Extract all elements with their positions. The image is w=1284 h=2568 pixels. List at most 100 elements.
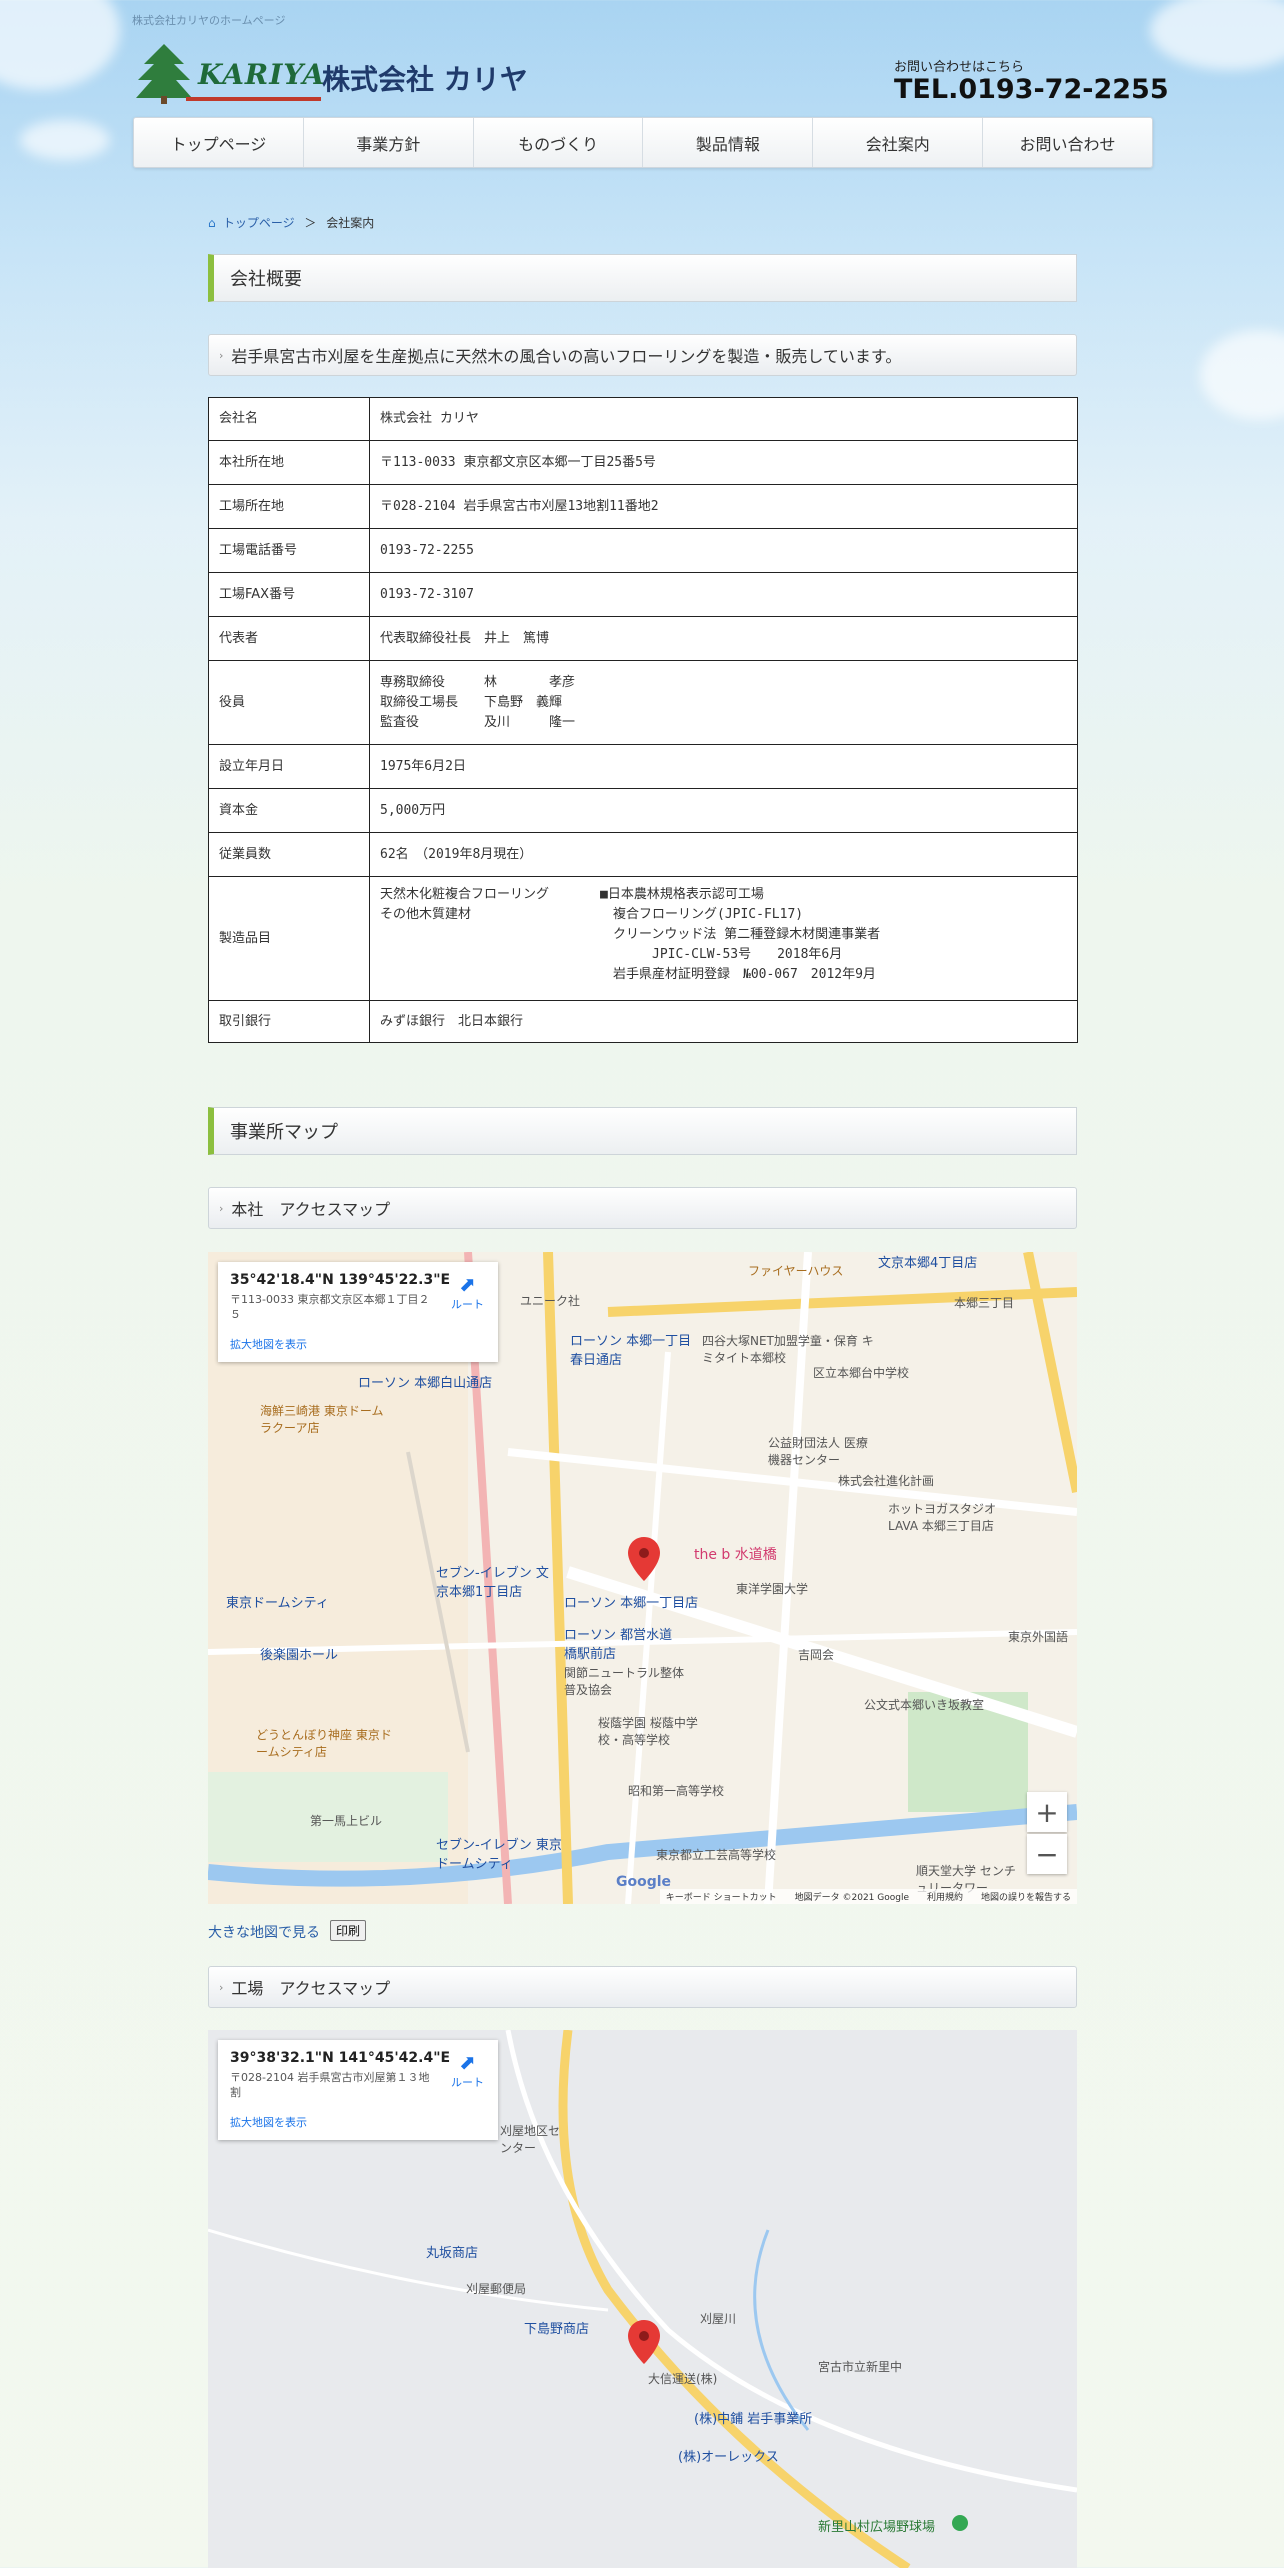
map-label: 東洋学園大学 [736,1582,809,1596]
row-value: 1975年6月2日 [369,744,1078,789]
products-list: 天然木化粧複合フローリング その他木質建材 [380,887,550,922]
table-row: 代表者 代表取締役社長 井上 篤博 [208,616,1078,661]
contact-tel[interactable]: TEL.0193-72-2255 [894,74,1169,105]
row-value: 0193-72-2255 [369,528,1078,573]
map-label: (株)中鋪 岩手事業所 [694,2412,813,2427]
site-top-note: 株式会社カリヤのホームページ [132,14,286,27]
map-label: 吉岡会 [798,1648,835,1662]
row-key: 会社名 [208,397,370,441]
map-attribution[interactable]: キーボード ショートカット 地図データ ©2021 Google 利用規約 地図… [659,1889,1077,1904]
company-heading: 会社概要 [208,254,1077,302]
row-key: 工場電話番号 [208,528,370,573]
map-label: 宮古市立新里中 [818,2360,903,2374]
zoom-out-button[interactable]: − [1027,1834,1067,1874]
map-label: ホットヨガスタジオLAVA 本郷三丁目店 [888,1502,997,1533]
nav-contact[interactable]: お問い合わせ [983,118,1152,167]
site-logo[interactable]: KARIYA 株式会社 カリヤ [132,40,532,108]
row-value: 天然木化粧複合フローリング その他木質建材 ■日本農林規格表示認可工場 複合フロ… [369,876,1078,1001]
map-label: 本郷三丁目 [954,1296,1015,1310]
nav-top[interactable]: トップページ [134,118,304,167]
company-tagline: › 岩手県宮古市刈屋を生産拠点に天然木の風合いの高いフローリングを製造・販売して… [208,334,1077,376]
hq-map-card: 35°42'18.4"N 139°45'22.3"E 〒113-0033 東京都… [218,1262,498,1362]
row-key: 取引銀行 [208,1000,370,1043]
map-label: 文京本郷4丁目店 [878,1256,978,1271]
nav-monozukuri[interactable]: ものづくり [474,118,644,167]
table-row: 本社所在地 〒113-0033 東京都文京区本郷一丁目25番5号 [208,440,1078,485]
row-key: 工場所在地 [208,484,370,529]
row-value: 〒113-0033 東京都文京区本郷一丁目25番5号 [369,440,1078,485]
directions-icon: ⬈ [459,2050,476,2074]
map-label: 東京ドームシティ [226,1596,329,1611]
table-row: 資本金 5,000万円 [208,788,1078,833]
table-row: 製造品目 天然木化粧複合フローリング その他木質建材 ■日本農林規格表示認可工場… [208,876,1078,1001]
map-label: 区立本郷台中学校 [813,1366,910,1380]
table-row: 従業員数 62名 （2019年8月現在） [208,832,1078,877]
factory-route-button[interactable]: ⬈ ルート [451,2050,484,2090]
map-label: セブン-イレブン 東京ドームシティ [436,1838,562,1872]
factory-address: 〒028-2104 岩手県宮古市刈屋第１３地割 [230,2071,430,2099]
directions-icon: ⬈ [459,1272,476,1296]
map-label: 関節ニュートラル整体普及協会 [564,1666,685,1697]
row-value: 5,000万円 [369,788,1078,833]
map-label: ユニーク社 [520,1294,581,1308]
nav-company[interactable]: 会社案内 [813,118,984,167]
home-icon: ⌂ [208,216,216,230]
hq-map[interactable]: 35°42'18.4"N 139°45'22.3"E 〒113-0033 東京都… [208,1252,1077,1904]
factory-coord: 39°38'32.1"N 141°45'42.4"E [230,2050,451,2066]
map-label: どうとんぼり神座 東京ドームシティ店 [256,1728,392,1759]
chevron-right-icon: › [219,348,224,362]
map-label: 丸坂商店 [426,2246,479,2261]
row-key: 役員 [208,660,370,745]
row-value: 株式会社 カリヤ [369,397,1078,441]
hq-route-button[interactable]: ⬈ ルート [451,1272,484,1312]
hq-route-label: ルート [451,1298,484,1311]
row-key: 設立年月日 [208,744,370,789]
sky-cloud [1150,0,1284,70]
factory-map-card: 39°38'32.1"N 141°45'42.4"E 〒028-2104 岩手県… [218,2040,498,2140]
map-label: 桜蔭学園 桜蔭中学校・高等学校 [598,1716,698,1747]
print-button[interactable]: 印刷 [330,1920,367,1941]
hq-enlarge-link[interactable]: 拡大地図を表示 [230,1336,486,1352]
map-label: 刈屋地区センター [500,2124,561,2155]
breadcrumb: ⌂ トップページ ＞ 会社案内 [208,214,374,231]
breadcrumb-home[interactable]: トップページ [223,216,295,230]
map-label: 昭和第一高等学校 [628,1784,725,1798]
map-label: 刈屋郵便局 [466,2282,527,2296]
zoom-in-button[interactable]: + [1027,1792,1067,1832]
factory-enlarge-link[interactable]: 拡大地図を表示 [230,2114,486,2130]
sky-cloud [1200,330,1284,420]
row-key: 従業員数 [208,832,370,877]
chevron-right-icon: › [219,1201,224,1215]
row-key: 工場FAX番号 [208,572,370,617]
chevron-right-icon: › [219,1980,224,1994]
map-label: ローソン 本郷一丁目店 [564,1596,699,1611]
logo-japanese: 株式会社 カリヤ [322,63,528,96]
factory-map[interactable]: 39°38'32.1"N 141°45'42.4"E 〒028-2104 岩手県… [208,2030,1077,2568]
map-label: 東京都立工芸高等学校 [656,1848,777,1862]
map-label: 海鮮三崎港 東京ドームラクーア店 [260,1404,384,1435]
map-label: 大信運送(株) [648,2372,718,2386]
row-value: 〒028-2104 岩手県宮古市刈屋13地割11番地2 [369,484,1078,529]
map-label: 四谷大塚NET加盟学童・保育 キミタイト本郷校 [702,1334,874,1365]
nav-policy[interactable]: 事業方針 [304,118,474,167]
table-row: 取引銀行 みずほ銀行 北日本銀行 [208,1000,1078,1043]
map-label: セブン-イレブン 文京本郷1丁目店 [436,1566,549,1600]
map-label: 株式会社進化計画 [838,1474,935,1488]
row-key: 製造品目 [208,876,370,1001]
row-value: 専務取締役 林 孝彦 取締役工場長 下島野 義輝 監査役 及川 隆一 [369,660,1078,745]
map-label: 刈屋川 [700,2312,737,2326]
breadcrumb-sep: ＞ [304,216,317,230]
map-label: 公文式本郷いき坂教室 [864,1698,985,1712]
table-row: 工場FAX番号 0193-72-3107 [208,572,1078,617]
row-key: 資本金 [208,788,370,833]
google-logo: Google [616,1874,672,1890]
map-label: ローソン 都営水道橋駅前店 [564,1628,673,1662]
table-row: 工場所在地 〒028-2104 岩手県宮古市刈屋13地割11番地2 [208,484,1078,529]
view-larger-map-link[interactable]: 大きな地図で見る [208,1922,320,1942]
factory-route-label: ルート [451,2076,484,2089]
map-label: ローソン 本郷一丁目春日通店 [570,1334,692,1368]
map-label: 後楽園ホール [260,1648,339,1663]
nav-products[interactable]: 製品情報 [643,118,814,167]
breadcrumb-current: 会社案内 [326,216,375,230]
factory-map-heading-text: 工場 アクセスマップ [231,1979,391,1998]
